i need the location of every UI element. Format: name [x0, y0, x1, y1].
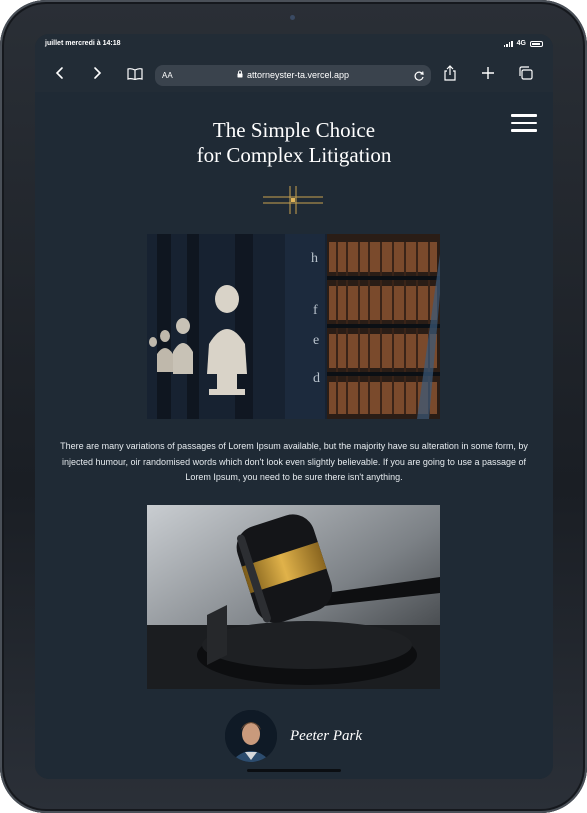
- intro-paragraph: There are many variations of passages of…: [60, 441, 528, 482]
- share-button[interactable]: [441, 64, 459, 82]
- book-spine-letter: f: [313, 303, 318, 318]
- ornament-divider: [263, 186, 323, 214]
- plus-icon: [482, 67, 494, 79]
- library-photo: h f e d: [147, 234, 440, 419]
- tabs-button[interactable]: [516, 64, 534, 82]
- screen: juillet mercredi à 14:18 4G AA attorneys…: [35, 34, 553, 779]
- gavel-photo: [147, 505, 440, 689]
- bookmarks-button[interactable]: [126, 64, 144, 82]
- chevron-left-icon: [55, 67, 63, 79]
- reload-icon: [414, 71, 424, 81]
- reload-button[interactable]: [413, 69, 425, 87]
- browser-toolbar: juillet mercredi à 14:18 4G AA attorneys…: [35, 34, 553, 92]
- url-display[interactable]: attorneyster-ta.vercel.app: [155, 70, 431, 80]
- address-bar[interactable]: AA attorneyster-ta.vercel.app: [155, 65, 431, 86]
- hero-title: The Simple Choice for Complex Litigation: [35, 118, 553, 168]
- back-button[interactable]: [51, 64, 69, 82]
- signal-icon: [503, 40, 513, 47]
- book-spine-letter: e: [313, 333, 319, 348]
- book-spine-letter: d: [313, 371, 320, 386]
- home-indicator: [247, 769, 341, 772]
- forward-button[interactable]: [88, 64, 106, 82]
- network-label: 4G: [516, 40, 526, 47]
- hero-title-line1: The Simple Choice: [212, 118, 376, 142]
- share-icon: [444, 65, 456, 81]
- lock-icon: [237, 70, 243, 80]
- url-text: attorneyster-ta.vercel.app: [246, 70, 350, 80]
- author-avatar[interactable]: [225, 710, 277, 762]
- author-name[interactable]: Peeter Park: [290, 728, 362, 745]
- status-time: juillet mercredi à 14:18: [45, 40, 121, 47]
- book-spine-letter: h: [311, 251, 318, 266]
- ipad-frame: juillet mercredi à 14:18 4G AA attorneys…: [0, 0, 587, 813]
- book-icon: [127, 67, 143, 80]
- front-camera: [290, 15, 295, 20]
- status-indicators: 4G: [503, 40, 543, 47]
- web-page: The Simple Choice for Complex Litigation: [35, 92, 553, 779]
- chevron-right-icon: [94, 67, 102, 79]
- tabs-icon: [518, 66, 533, 80]
- battery-icon: [530, 40, 543, 47]
- new-tab-button[interactable]: [479, 64, 497, 82]
- hero-title-line2: for Complex Litigation: [196, 143, 392, 167]
